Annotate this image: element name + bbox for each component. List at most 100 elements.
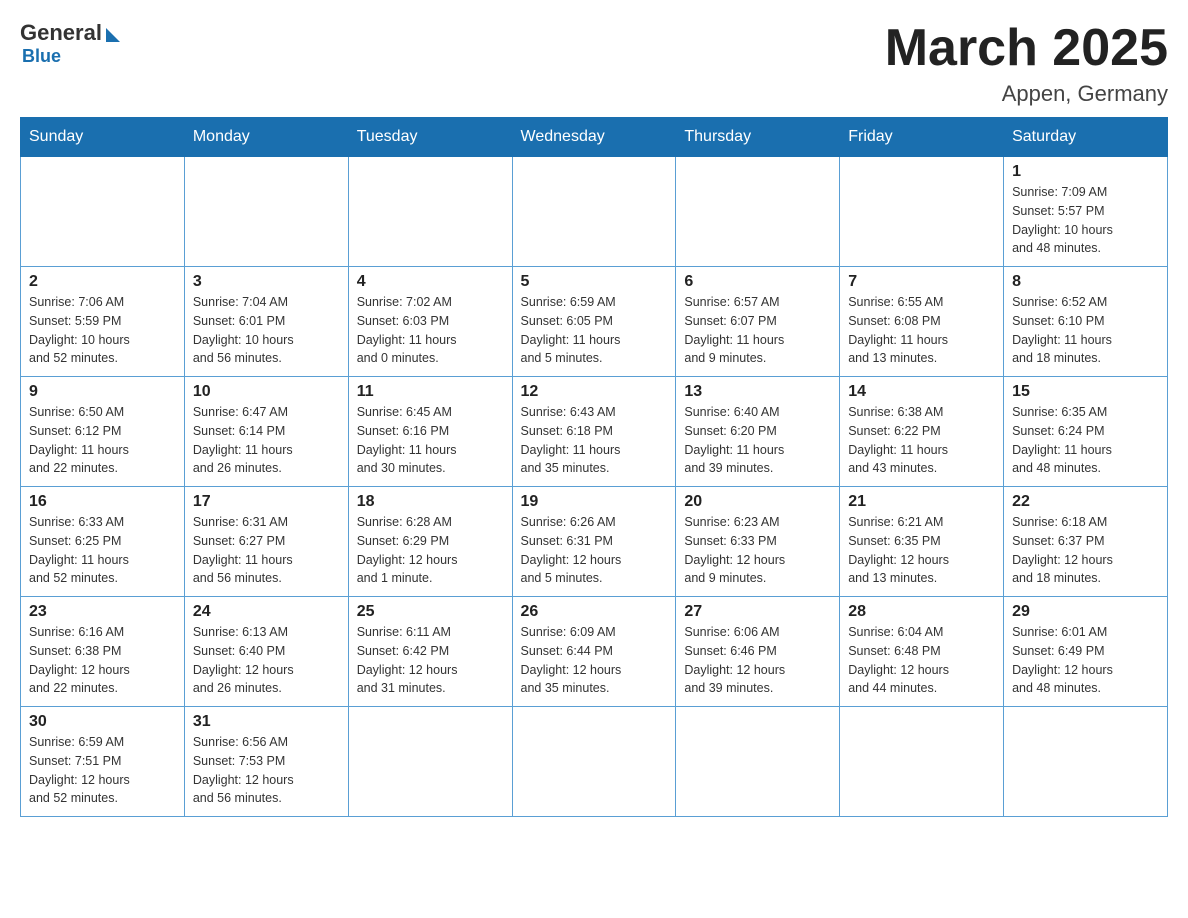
- day-number: 20: [684, 493, 831, 511]
- day-number: 13: [684, 383, 831, 401]
- calendar-week-3: 9Sunrise: 6:50 AM Sunset: 6:12 PM Daylig…: [21, 377, 1168, 487]
- day-number: 15: [1012, 383, 1159, 401]
- calendar-table: SundayMondayTuesdayWednesdayThursdayFrid…: [20, 117, 1168, 817]
- day-number: 3: [193, 273, 340, 291]
- calendar-cell: 6 Sunrise: 6:57 AM Sunset: 6:07 PM Daylig…: [676, 267, 840, 377]
- calendar-cell: 25 Sunrise: 6:11 AM Sunset: 6:42 PM Dayli…: [348, 597, 512, 707]
- day-number: 27: [684, 603, 831, 621]
- calendar-cell: 7Sunrise: 6:55 AM Sunset: 6:08 PM Daylig…: [840, 267, 1004, 377]
- day-info: Sunrise: 6:23 AM Sunset: 6:33 PM Dayligh…: [684, 513, 831, 588]
- day-info: Sunrise: 6:09 AM Sunset: 6:44 PM Dayligh…: [521, 623, 668, 698]
- calendar-cell: 27 Sunrise: 6:06 AM Sunset: 6:46 PM Dayli…: [676, 597, 840, 707]
- day-info: Sunrise: 6:06 AM Sunset: 6:46 PM Dayligh…: [684, 623, 831, 698]
- day-info: Sunrise: 6:35 AM Sunset: 6:24 PM Dayligh…: [1012, 403, 1159, 478]
- day-number: 23: [29, 603, 176, 621]
- day-number: 22: [1012, 493, 1159, 511]
- day-info: Sunrise: 6:52 AM Sunset: 6:10 PM Dayligh…: [1012, 293, 1159, 368]
- calendar-cell: 14Sunrise: 6:38 AM Sunset: 6:22 PM Dayli…: [840, 377, 1004, 487]
- day-info: Sunrise: 6:16 AM Sunset: 6:38 PM Dayligh…: [29, 623, 176, 698]
- weekday-header-monday: Monday: [184, 118, 348, 157]
- calendar-cell: [1004, 707, 1168, 817]
- day-number: 8: [1012, 273, 1159, 291]
- calendar-cell: 9Sunrise: 6:50 AM Sunset: 6:12 PM Daylig…: [21, 377, 185, 487]
- day-number: 29: [1012, 603, 1159, 621]
- calendar-cell: 20 Sunrise: 6:23 AM Sunset: 6:33 PM Dayli…: [676, 487, 840, 597]
- day-info: Sunrise: 6:57 AM Sunset: 6:07 PM Dayligh…: [684, 293, 831, 368]
- weekday-header-sunday: Sunday: [21, 118, 185, 157]
- day-info: Sunrise: 6:11 AM Sunset: 6:42 PM Dayligh…: [357, 623, 504, 698]
- calendar-cell: 10Sunrise: 6:47 AM Sunset: 6:14 PM Dayli…: [184, 377, 348, 487]
- calendar-cell: 15 Sunrise: 6:35 AM Sunset: 6:24 PM Dayli…: [1004, 377, 1168, 487]
- day-info: Sunrise: 6:55 AM Sunset: 6:08 PM Dayligh…: [848, 293, 995, 368]
- day-number: 21: [848, 493, 995, 511]
- calendar-cell: [348, 157, 512, 267]
- day-number: 18: [357, 493, 504, 511]
- logo-general-text: General: [20, 20, 102, 46]
- page-header: General Blue March 2025 Appen, Germany: [20, 20, 1168, 107]
- month-title: March 2025: [885, 20, 1168, 77]
- day-number: 19: [521, 493, 668, 511]
- calendar-cell: 21 Sunrise: 6:21 AM Sunset: 6:35 PM Dayli…: [840, 487, 1004, 597]
- weekday-header-saturday: Saturday: [1004, 118, 1168, 157]
- day-number: 16: [29, 493, 176, 511]
- day-info: Sunrise: 6:28 AM Sunset: 6:29 PM Dayligh…: [357, 513, 504, 588]
- calendar-cell: 19 Sunrise: 6:26 AM Sunset: 6:31 PM Dayli…: [512, 487, 676, 597]
- calendar-week-1: 1Sunrise: 7:09 AM Sunset: 5:57 PM Daylig…: [21, 157, 1168, 267]
- day-info: Sunrise: 6:59 AM Sunset: 6:05 PM Dayligh…: [521, 293, 668, 368]
- calendar-cell: 31 Sunrise: 6:56 AM Sunset: 7:53 PM Dayli…: [184, 707, 348, 817]
- calendar-cell: [676, 707, 840, 817]
- day-number: 31: [193, 713, 340, 731]
- calendar-cell: 16 Sunrise: 6:33 AM Sunset: 6:25 PM Dayli…: [21, 487, 185, 597]
- day-number: 2: [29, 273, 176, 291]
- day-info: Sunrise: 6:38 AM Sunset: 6:22 PM Dayligh…: [848, 403, 995, 478]
- calendar-cell: 24Sunrise: 6:13 AM Sunset: 6:40 PM Dayli…: [184, 597, 348, 707]
- location-title: Appen, Germany: [885, 81, 1168, 107]
- calendar-header-row: SundayMondayTuesdayWednesdayThursdayFrid…: [21, 118, 1168, 157]
- logo: General Blue: [20, 20, 120, 67]
- calendar-cell: 12Sunrise: 6:43 AM Sunset: 6:18 PM Dayli…: [512, 377, 676, 487]
- day-number: 28: [848, 603, 995, 621]
- day-info: Sunrise: 6:47 AM Sunset: 6:14 PM Dayligh…: [193, 403, 340, 478]
- day-info: Sunrise: 6:59 AM Sunset: 7:51 PM Dayligh…: [29, 733, 176, 808]
- day-info: Sunrise: 6:04 AM Sunset: 6:48 PM Dayligh…: [848, 623, 995, 698]
- day-number: 11: [357, 383, 504, 401]
- day-number: 6: [684, 273, 831, 291]
- weekday-header-wednesday: Wednesday: [512, 118, 676, 157]
- calendar-cell: 28 Sunrise: 6:04 AM Sunset: 6:48 PM Dayli…: [840, 597, 1004, 707]
- day-number: 26: [521, 603, 668, 621]
- calendar-cell: 11 Sunrise: 6:45 AM Sunset: 6:16 PM Dayli…: [348, 377, 512, 487]
- day-info: Sunrise: 6:26 AM Sunset: 6:31 PM Dayligh…: [521, 513, 668, 588]
- day-info: Sunrise: 6:18 AM Sunset: 6:37 PM Dayligh…: [1012, 513, 1159, 588]
- calendar-cell: 30Sunrise: 6:59 AM Sunset: 7:51 PM Dayli…: [21, 707, 185, 817]
- day-info: Sunrise: 7:06 AM Sunset: 5:59 PM Dayligh…: [29, 293, 176, 368]
- day-number: 4: [357, 273, 504, 291]
- day-info: Sunrise: 6:40 AM Sunset: 6:20 PM Dayligh…: [684, 403, 831, 478]
- logo-blue-text: Blue: [22, 46, 61, 67]
- day-info: Sunrise: 6:43 AM Sunset: 6:18 PM Dayligh…: [521, 403, 668, 478]
- calendar-cell: 3 Sunrise: 7:04 AM Sunset: 6:01 PM Daylig…: [184, 267, 348, 377]
- logo-general: General: [20, 20, 120, 46]
- calendar-cell: [840, 157, 1004, 267]
- day-info: Sunrise: 6:33 AM Sunset: 6:25 PM Dayligh…: [29, 513, 176, 588]
- weekday-header-friday: Friday: [840, 118, 1004, 157]
- calendar-cell: 26 Sunrise: 6:09 AM Sunset: 6:44 PM Dayli…: [512, 597, 676, 707]
- day-number: 25: [357, 603, 504, 621]
- calendar-week-5: 23 Sunrise: 6:16 AM Sunset: 6:38 PM Dayli…: [21, 597, 1168, 707]
- weekday-header-thursday: Thursday: [676, 118, 840, 157]
- day-info: Sunrise: 6:21 AM Sunset: 6:35 PM Dayligh…: [848, 513, 995, 588]
- day-info: Sunrise: 7:04 AM Sunset: 6:01 PM Dayligh…: [193, 293, 340, 368]
- day-info: Sunrise: 6:45 AM Sunset: 6:16 PM Dayligh…: [357, 403, 504, 478]
- day-info: Sunrise: 6:56 AM Sunset: 7:53 PM Dayligh…: [193, 733, 340, 808]
- day-info: Sunrise: 7:02 AM Sunset: 6:03 PM Dayligh…: [357, 293, 504, 368]
- day-info: Sunrise: 6:50 AM Sunset: 6:12 PM Dayligh…: [29, 403, 176, 478]
- weekday-header-tuesday: Tuesday: [348, 118, 512, 157]
- calendar-cell: [184, 157, 348, 267]
- calendar-cell: 8 Sunrise: 6:52 AM Sunset: 6:10 PM Daylig…: [1004, 267, 1168, 377]
- day-number: 5: [521, 273, 668, 291]
- day-info: Sunrise: 6:01 AM Sunset: 6:49 PM Dayligh…: [1012, 623, 1159, 698]
- calendar-cell: 13 Sunrise: 6:40 AM Sunset: 6:20 PM Dayli…: [676, 377, 840, 487]
- calendar-cell: [512, 707, 676, 817]
- calendar-cell: 4 Sunrise: 7:02 AM Sunset: 6:03 PM Daylig…: [348, 267, 512, 377]
- calendar-cell: 18 Sunrise: 6:28 AM Sunset: 6:29 PM Dayli…: [348, 487, 512, 597]
- calendar-week-2: 2 Sunrise: 7:06 AM Sunset: 5:59 PM Daylig…: [21, 267, 1168, 377]
